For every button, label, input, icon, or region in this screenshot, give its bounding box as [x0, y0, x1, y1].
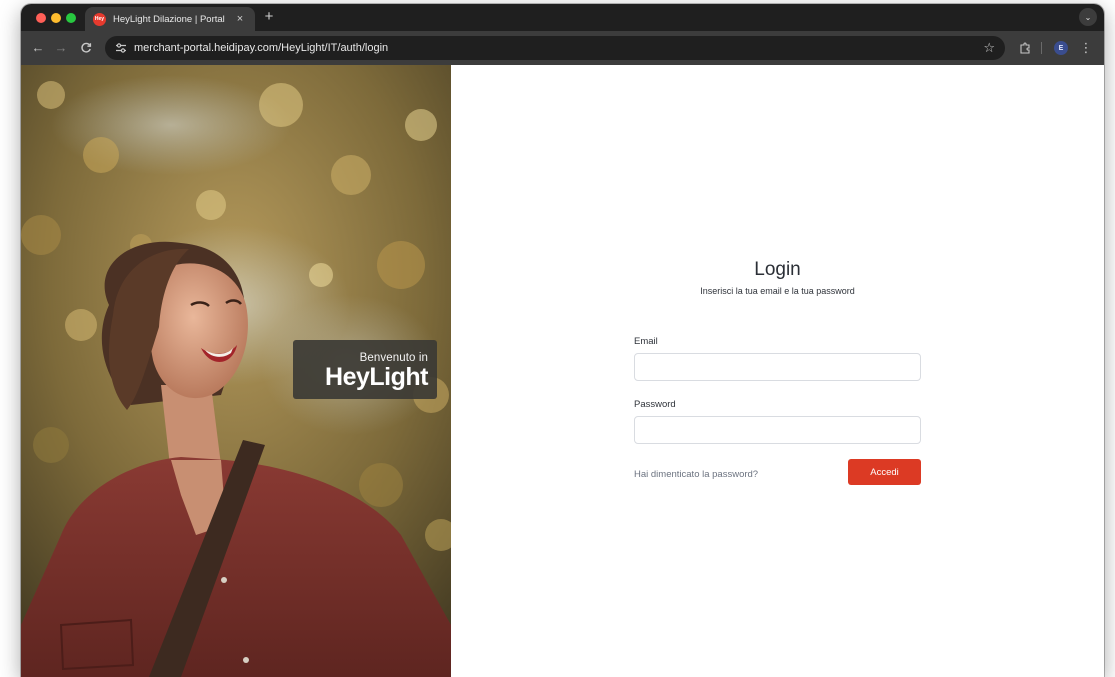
minimize-window-button[interactable]: [51, 13, 61, 23]
profile-avatar[interactable]: E: [1054, 41, 1068, 55]
address-bar[interactable]: merchant-portal.heidipay.com/HeyLight/IT…: [105, 36, 1005, 60]
page-content: Benvenuto in HeyLight Login Inserisci la…: [21, 65, 1104, 677]
login-submit-button[interactable]: Accedi: [848, 459, 921, 485]
browser-menu-icon[interactable]: ⋮: [1079, 39, 1093, 57]
maximize-window-button[interactable]: [66, 13, 76, 23]
forward-arrow-icon[interactable]: →: [52, 39, 70, 57]
email-label: Email: [634, 336, 658, 347]
reload-icon[interactable]: [77, 39, 95, 57]
tab-search-button[interactable]: ⌄: [1079, 8, 1097, 26]
heylight-logo-text: HeyLight: [325, 363, 428, 391]
back-arrow-icon[interactable]: ←: [29, 39, 47, 57]
heylight-favicon-icon: Hey: [93, 12, 106, 26]
url-text: merchant-portal.heidipay.com/HeyLight/IT…: [134, 42, 389, 54]
extensions-puzzle-icon[interactable]: [1016, 39, 1034, 57]
login-subtitle: Inserisci la tua email e la tua password: [700, 286, 855, 296]
site-info-icon[interactable]: [113, 40, 129, 56]
login-title: Login: [754, 259, 801, 280]
browser-window: Hey HeyLight Dilazione | Portal × + ⌄ ← …: [21, 4, 1104, 677]
password-label: Password: [634, 399, 676, 410]
new-tab-button[interactable]: +: [261, 8, 277, 26]
email-field[interactable]: [634, 353, 921, 381]
password-field[interactable]: [634, 416, 921, 444]
browser-toolbar: ← → merchant-portal.heidipay.com/HeyLigh…: [21, 31, 1104, 65]
close-tab-icon[interactable]: ×: [233, 13, 247, 25]
hero-image: Benvenuto in HeyLight: [21, 65, 451, 677]
toolbar-divider: [1041, 42, 1042, 54]
welcome-badge: Benvenuto in HeyLight: [293, 340, 437, 399]
close-window-button[interactable]: [36, 13, 46, 23]
tab-strip: Hey HeyLight Dilazione | Portal × + ⌄: [21, 4, 1104, 31]
login-panel: Login Inserisci la tua email e la tua pa…: [451, 65, 1104, 677]
forgot-password-link[interactable]: Hai dimenticato la password?: [634, 469, 758, 480]
bookmark-star-icon[interactable]: ☆: [983, 40, 995, 56]
tab-heylight-portal[interactable]: Hey HeyLight Dilazione | Portal ×: [85, 7, 255, 31]
tab-title: HeyLight Dilazione | Portal: [113, 13, 225, 25]
